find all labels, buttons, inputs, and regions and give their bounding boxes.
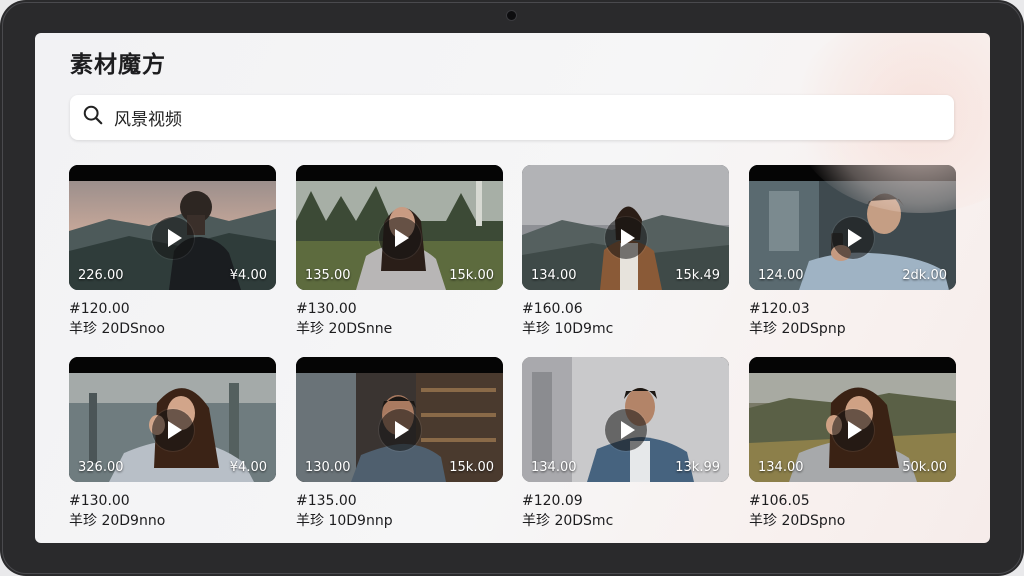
video-stat-left: 124.00 [758,268,804,283]
app-title: 素材魔方 [70,52,166,78]
play-icon[interactable] [151,408,194,451]
video-thumbnail[interactable]: 124.00 2dk.00 [749,165,956,290]
tablet-frame: 素材魔方 风景视频 226.00 ¥4.00 #120.00 羊珍 20DSno… [0,0,1024,576]
video-stat-right: 2dk.00 [902,268,947,283]
letterbox-bar [69,357,276,373]
video-subtitle: 羊珍 20DSmc [522,513,614,529]
video-subtitle: 羊珍 20D9nno [69,513,166,529]
video-thumbnail[interactable]: 226.00 ¥4.00 [69,165,276,290]
video-card[interactable]: 124.00 2dk.00 #120.03 羊珍 20DSpnp [749,165,956,338]
video-stat-right: 13k.99 [675,460,720,475]
video-card[interactable]: 134.00 15k.49 #160.06 羊珍 10D9mc [522,165,729,338]
video-title: #120.00 [69,301,130,317]
play-icon[interactable] [378,216,421,259]
video-title: #120.09 [522,493,583,509]
video-stat-left: 134.00 [531,268,577,283]
video-stat-right: 15k.00 [449,268,494,283]
video-thumbnail[interactable]: 130.00 15k.00 [296,357,503,482]
video-card[interactable]: 130.00 15k.00 #135.00 羊珍 10D9nnp [296,357,503,530]
video-stat-right: ¥4.00 [229,268,267,283]
video-thumbnail[interactable]: 134.00 50k.00 [749,357,956,482]
play-icon[interactable] [831,216,874,259]
video-title: #135.00 [296,493,357,509]
video-stat-left: 134.00 [531,460,577,475]
video-stat-right: 15k.49 [675,268,720,283]
video-card[interactable]: 226.00 ¥4.00 #120.00 羊珍 20DSnoo [69,165,276,338]
video-card[interactable]: 135.00 15k.00 #130.00 羊珍 20DSnne [296,165,503,338]
video-title: #160.06 [522,301,583,317]
play-icon[interactable] [151,216,194,259]
video-title: #130.00 [69,493,130,509]
video-thumbnail[interactable]: 134.00 13k.99 [522,357,729,482]
video-title: #130.00 [296,301,357,317]
video-card[interactable]: 134.00 50k.00 #106.05 羊珍 20DSpno [749,357,956,530]
video-card[interactable]: 326.00 ¥4.00 #130.00 羊珍 20D9nno [69,357,276,530]
video-stat-right: ¥4.00 [229,460,267,475]
play-icon[interactable] [831,408,874,451]
video-subtitle: 羊珍 10D9mc [522,321,614,337]
video-title: #106.05 [749,493,810,509]
video-stat-right: 15k.00 [449,460,494,475]
video-stat-left: 326.00 [78,460,124,475]
play-icon[interactable] [604,216,647,259]
play-icon[interactable] [604,408,647,451]
video-stat-left: 226.00 [78,268,124,283]
video-subtitle: 羊珍 20DSnne [296,321,393,337]
video-stat-left: 134.00 [758,460,804,475]
video-stat-left: 135.00 [305,268,351,283]
app-screen: 素材魔方 风景视频 226.00 ¥4.00 #120.00 羊珍 20DSno… [35,33,990,543]
video-thumbnail[interactable]: 135.00 15k.00 [296,165,503,290]
letterbox-bar [296,165,503,181]
play-icon[interactable] [378,408,421,451]
search-bar[interactable] [70,95,954,140]
video-stat-left: 130.00 [305,460,351,475]
letterbox-bar [749,165,956,181]
video-subtitle: 羊珍 20DSpno [749,513,846,529]
letterbox-bar [69,165,276,181]
video-title: #120.03 [749,301,810,317]
letterbox-bar [296,357,503,373]
letterbox-bar [749,357,956,373]
video-subtitle: 羊珍 10D9nnp [296,513,393,529]
video-thumbnail[interactable]: 134.00 15k.49 [522,165,729,290]
video-subtitle: 羊珍 20DSpnp [749,321,846,337]
video-card[interactable]: 134.00 13k.99 #120.09 羊珍 20DSmc [522,357,729,530]
search-icon[interactable] [82,104,104,131]
search-input[interactable] [114,107,914,128]
video-thumbnail[interactable]: 326.00 ¥4.00 [69,357,276,482]
front-camera [507,11,516,20]
video-stat-right: 50k.00 [902,460,947,475]
video-subtitle: 羊珍 20DSnoo [69,321,165,337]
